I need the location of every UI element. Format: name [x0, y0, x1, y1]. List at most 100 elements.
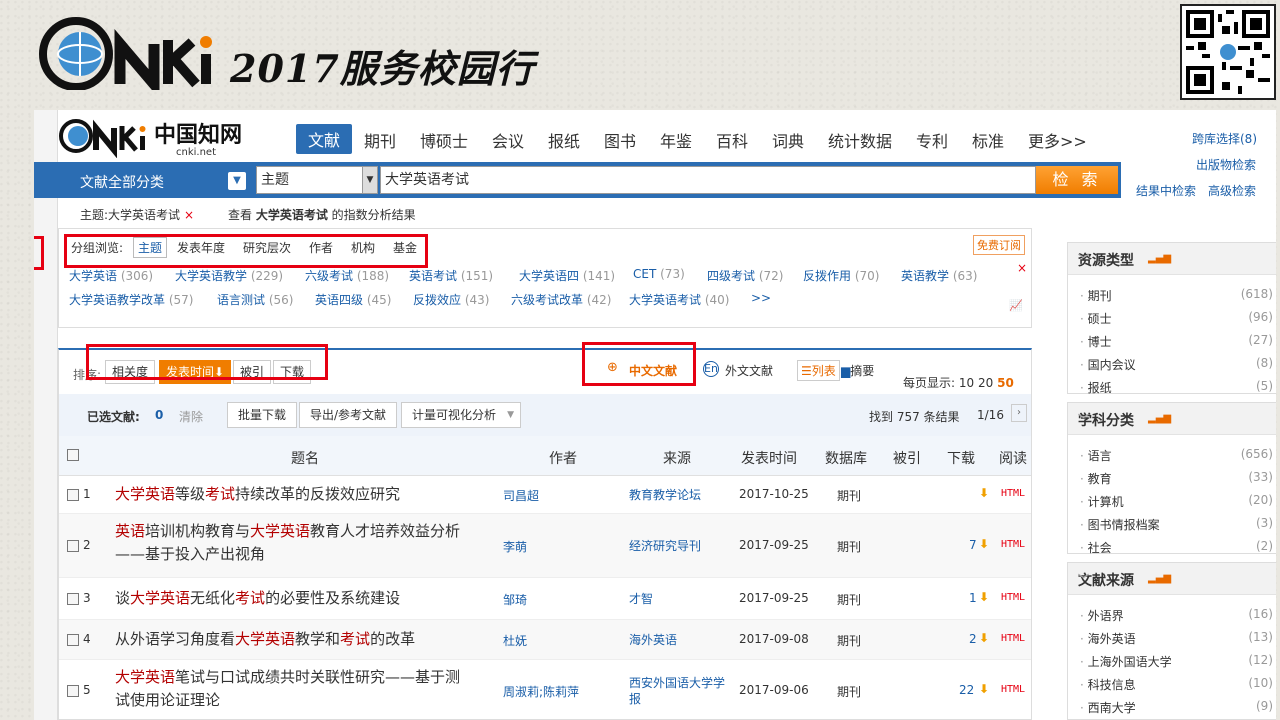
tab-thesis[interactable]: 博硕士	[420, 128, 468, 152]
row-checkbox[interactable]	[67, 685, 79, 697]
facet-item[interactable]: · 海外英语	[1080, 630, 1136, 647]
per-page-50[interactable]: 50	[997, 376, 1014, 390]
col-read[interactable]: 阅读	[999, 448, 1027, 468]
facet-item[interactable]: · 国内会议	[1080, 356, 1136, 373]
topic-item[interactable]: 大学英语考试 (40)	[629, 291, 729, 308]
chart-icon[interactable]: 📈	[1009, 299, 1023, 312]
row-checkbox[interactable]	[67, 593, 79, 605]
facet-header[interactable]: 学科分类 ▂▄▆ ﹀	[1068, 403, 1276, 435]
view-abstract-button[interactable]: ▆摘要	[841, 362, 874, 379]
topic-item[interactable]: 六级考试改革 (42)	[511, 291, 611, 308]
clear-selection-link[interactable]: 清除	[179, 408, 203, 425]
tab-encyclopedia[interactable]: 百科	[716, 128, 748, 152]
author-link[interactable]: 司昌超	[503, 487, 539, 504]
dropdown-arrow-icon[interactable]: ▼	[362, 166, 378, 194]
facet-item[interactable]: · 教育	[1080, 470, 1112, 487]
topic-item[interactable]: 大学英语四 (141)	[519, 267, 615, 284]
facet-item[interactable]: · 计算机	[1080, 493, 1124, 510]
topic-item[interactable]: 六级考试 (188)	[305, 267, 389, 284]
facet-item[interactable]: · 图书情报档案	[1080, 516, 1160, 533]
download-icon[interactable]: ⬇	[979, 631, 989, 645]
result-title-link[interactable]: 大学英语等级考试持续改革的反拨效应研究	[115, 483, 495, 506]
topic-item[interactable]: >>	[751, 291, 771, 305]
result-title-link[interactable]: 谈大学英语无纸化考试的必要性及系统建设	[115, 587, 495, 610]
batch-download-button[interactable]: 批量下载	[227, 402, 298, 428]
remove-condition-icon[interactable]: ×	[184, 208, 194, 222]
cross-db-link[interactable]: 跨库选择(8)	[1192, 130, 1257, 147]
tab-yearbook[interactable]: 年鉴	[660, 128, 692, 152]
result-title-link[interactable]: 英语培训机构教育与大学英语教育人才培养效益分析 ——基于投入产出视角	[115, 520, 495, 566]
source-link[interactable]: 经济研究导刊	[629, 538, 733, 554]
facet-item[interactable]: · 博士	[1080, 333, 1112, 350]
search-in-results-link[interactable]: 结果中检索	[1136, 182, 1196, 199]
facet-header[interactable]: 文献来源 ▂▄▆ ﹀	[1068, 563, 1276, 595]
facet-item[interactable]: · 硕士	[1080, 310, 1112, 327]
html-read-icon[interactable]: HTML	[1001, 539, 1025, 550]
download-icon[interactable]: ⬇	[979, 682, 989, 696]
topic-item[interactable]: 反拨效应 (43)	[413, 291, 489, 308]
author-link[interactable]: 杜妩	[503, 632, 527, 649]
row-checkbox[interactable]	[67, 489, 79, 501]
author-link[interactable]: 李萌	[503, 538, 527, 555]
topic-item[interactable]: 语言测试 (56)	[217, 291, 293, 308]
chevron-down-icon[interactable]: ﹀	[1078, 411, 1273, 427]
row-checkbox[interactable]	[67, 540, 79, 552]
export-button[interactable]: 导出/参考文献	[299, 402, 398, 428]
search-button[interactable]: 检 索	[1036, 166, 1118, 194]
col-cited[interactable]: 被引	[893, 448, 921, 468]
topic-item[interactable]: 反拨作用 (70)	[803, 267, 879, 284]
topic-item[interactable]: 大学英语 (306)	[69, 267, 153, 284]
topic-item[interactable]: 英语考试 (151)	[409, 267, 493, 284]
col-database[interactable]: 数据库	[825, 448, 867, 468]
next-page-icon[interactable]: ›	[1011, 404, 1027, 422]
topic-item[interactable]: 英语四级 (45)	[315, 291, 391, 308]
download-icon[interactable]: ⬇	[979, 486, 989, 500]
search-input[interactable]: 大学英语考试	[380, 166, 1036, 194]
foreign-docs-tab[interactable]: 外文文献	[725, 362, 773, 379]
topic-item[interactable]: 四级考试 (72)	[707, 267, 783, 284]
download-icon[interactable]: ⬇	[979, 590, 989, 604]
facet-item[interactable]: · 期刊	[1080, 287, 1112, 304]
topic-item[interactable]: 大学英语教学改革 (57)	[69, 291, 193, 308]
html-read-icon[interactable]: HTML	[1001, 684, 1025, 695]
per-page-20[interactable]: 20	[978, 376, 993, 390]
author-link[interactable]: 周淑莉;陈莉萍	[503, 683, 579, 700]
source-link[interactable]: 教育教学论坛	[629, 487, 733, 503]
free-subscribe-button[interactable]: 免费订阅	[973, 235, 1025, 255]
chevron-down-icon[interactable]: ﹀	[1078, 251, 1273, 267]
chevron-down-icon[interactable]: ﹀	[1078, 571, 1273, 587]
facet-item[interactable]: · 西南大学	[1080, 699, 1136, 716]
tab-newspaper[interactable]: 报纸	[548, 128, 580, 152]
topic-item[interactable]: 大学英语教学 (229)	[175, 267, 283, 284]
facet-header[interactable]: 资源类型 ▂▄▆ ﹀	[1068, 243, 1276, 275]
index-analysis-link[interactable]: 查看 大学英语考试 的指数分析结果	[228, 206, 416, 223]
col-author[interactable]: 作者	[549, 448, 577, 468]
html-read-icon[interactable]: HTML	[1001, 488, 1025, 499]
facet-item[interactable]: · 社会	[1080, 539, 1112, 556]
source-link[interactable]: 海外英语	[629, 632, 733, 648]
topic-item[interactable]: CET (73)	[633, 267, 685, 281]
tab-statistics[interactable]: 统计数据	[828, 128, 892, 152]
result-title-link[interactable]: 从外语学习角度看大学英语教学和考试的改革	[115, 628, 495, 651]
source-link[interactable]: 西安外国语大学学报	[629, 675, 733, 707]
row-checkbox[interactable]	[67, 634, 79, 646]
tab-more[interactable]: 更多>>	[1028, 128, 1087, 152]
facet-item[interactable]: · 语言	[1080, 447, 1112, 464]
tab-dictionary[interactable]: 词典	[772, 128, 804, 152]
facet-item[interactable]: · 报纸	[1080, 379, 1112, 396]
download-icon[interactable]: ⬇	[979, 537, 989, 551]
cnki-logo[interactable]: 中国知网 cnki.net	[58, 114, 268, 158]
topic-item[interactable]: 英语教学 (63)	[901, 267, 977, 284]
col-downloads[interactable]: 下载	[947, 448, 975, 468]
chevron-down-icon[interactable]: ▼	[228, 172, 246, 190]
category-selector[interactable]: 文献全部分类	[80, 172, 164, 192]
advanced-search-link[interactable]: 高级检索	[1208, 182, 1256, 199]
visual-analysis-button[interactable]: 计量可视化分析 ▼	[401, 402, 522, 428]
tab-literature[interactable]: 文献	[296, 124, 353, 154]
html-read-icon[interactable]: HTML	[1001, 633, 1025, 644]
publication-search-link[interactable]: 出版物检索	[1196, 156, 1256, 173]
tab-journal[interactable]: 期刊	[364, 128, 396, 152]
search-field-select[interactable]: 主题	[256, 166, 378, 194]
close-icon[interactable]: ×	[1017, 261, 1027, 275]
author-link[interactable]: 邹琦	[503, 591, 527, 608]
